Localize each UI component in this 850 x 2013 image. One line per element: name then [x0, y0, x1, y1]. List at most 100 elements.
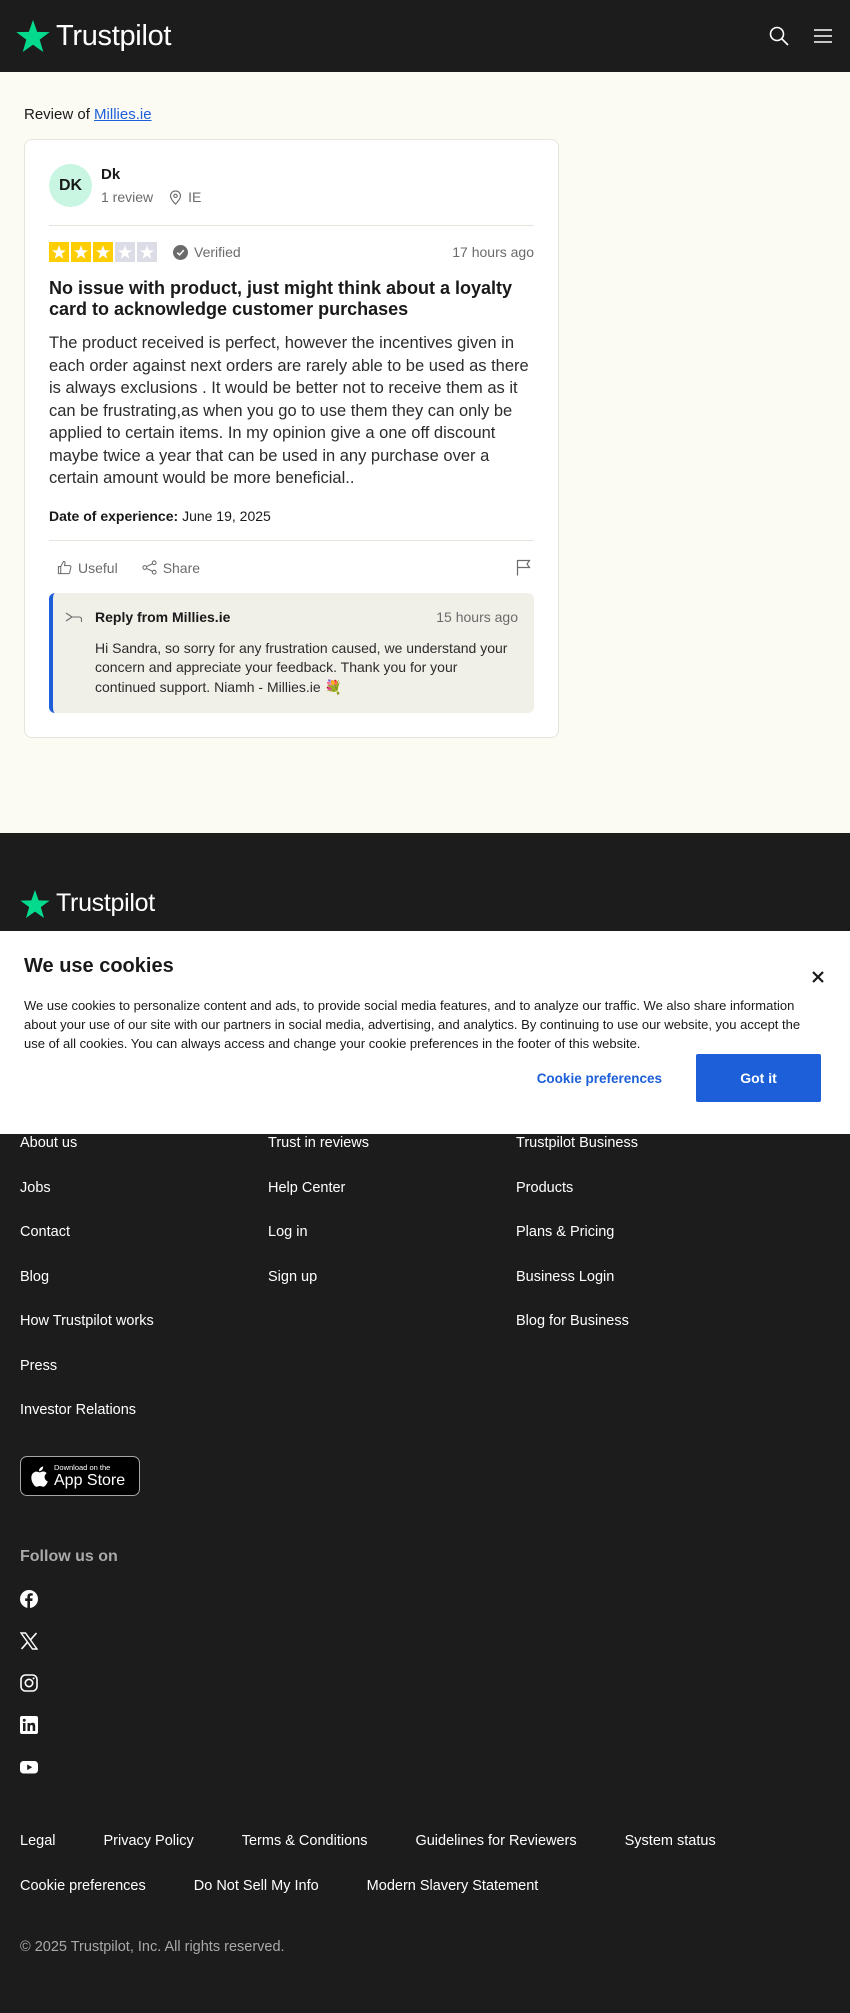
useful-button[interactable]: Useful [57, 560, 118, 576]
star-icon [71, 242, 91, 262]
business-link[interactable]: Millies.ie [94, 106, 152, 123]
footer-link[interactable]: Blog [20, 1269, 268, 1314]
star-icon [137, 242, 157, 262]
legal-link[interactable]: Cookie preferences [20, 1878, 146, 1894]
footer-link-column: Trustpilot Business Products Plans & Prici… [516, 1135, 764, 1447]
review-of-line: Review of Millies.ie [24, 104, 826, 123]
verified-badge[interactable]: Verified [173, 244, 241, 260]
footer-link[interactable]: About us [20, 1135, 268, 1180]
close-icon[interactable] [810, 969, 826, 985]
search-icon[interactable] [768, 25, 790, 47]
youtube-icon[interactable] [20, 1758, 38, 1776]
footer-links: About us Jobs Contact Blog How Trustpilot wo… [20, 1135, 830, 1447]
logo-text: Trustpilot [56, 19, 172, 52]
reply-arrow-icon [65, 612, 83, 622]
review-time: 17 hours ago [452, 244, 534, 260]
apple-icon [31, 1466, 48, 1487]
instagram-icon[interactable] [20, 1674, 38, 1692]
cookie-title: We use cookies [24, 955, 174, 977]
date-of-experience: Date of experience: June 19, 2025 [49, 508, 534, 524]
location-pin-icon [170, 189, 182, 205]
footer-link-column: About us Jobs Contact Blog How Trustpilot wo… [20, 1135, 268, 1447]
hamburger-menu-icon[interactable] [812, 25, 834, 47]
legal-link[interactable]: Modern Slavery Statement [367, 1878, 539, 1894]
legal-link[interactable]: Guidelines for Reviewers [415, 1833, 576, 1849]
app-store-small-text: Download on the [54, 1462, 111, 1472]
star-rating [49, 242, 157, 262]
footer-link-column: Trust in reviews Help Center Log in Sign up [268, 1135, 516, 1447]
footer-link[interactable]: Help Center [268, 1180, 516, 1225]
trustpilot-logo[interactable]: Trustpilot [16, 20, 171, 53]
trustpilot-star-icon [20, 889, 50, 918]
app-store-badge[interactable]: Download on the App Store [20, 1456, 140, 1496]
star-icon [115, 242, 135, 262]
footer-link[interactable]: Blog for Business [516, 1313, 764, 1358]
reviewer-name[interactable]: Dk [101, 166, 201, 183]
footer-link[interactable]: Trust in reviews [268, 1135, 516, 1180]
reply-body: Hi Sandra, so sorry for any frustration … [95, 639, 508, 695]
cookie-preferences-button[interactable]: Cookie preferences [537, 1071, 662, 1086]
rating-row: Verified 17 hours ago [49, 242, 534, 262]
location: IE [169, 189, 201, 205]
legal-link[interactable]: Privacy Policy [103, 1833, 193, 1849]
review-of-prefix: Review of [24, 106, 95, 123]
trustpilot-star-icon [16, 20, 50, 52]
review-title[interactable]: No issue with product, just might think … [49, 278, 534, 320]
cookie-buttons: Cookie preferences Got it [537, 1054, 821, 1102]
footer-logo[interactable]: Trustpilot [20, 889, 155, 918]
legal-links-row-1: Legal Privacy Policy Terms & Conditions Gui… [20, 1833, 716, 1849]
date-label: Date of experience: [49, 507, 179, 524]
reply-time: 15 hours ago [436, 608, 518, 625]
reviewer-info: DK Dk 1 review IE [49, 164, 534, 226]
avatar[interactable]: DK [49, 164, 92, 207]
review-count: 1 review [101, 189, 154, 205]
business-reply: Reply from Millies.ie 15 hours ago Hi Sa… [49, 592, 534, 713]
share-label: Share [162, 559, 201, 576]
cookie-banner: We use cookies We use cookies to persona… [0, 931, 850, 1134]
legal-link[interactable]: Do Not Sell My Info [194, 1878, 319, 1894]
share-icon [142, 560, 157, 575]
site-header: Trustpilot [0, 0, 850, 72]
footer-link[interactable]: Contact [20, 1224, 268, 1269]
footer-link[interactable]: Trustpilot Business [516, 1135, 764, 1180]
footer-link[interactable]: Business Login [516, 1269, 764, 1314]
flag-icon[interactable] [512, 557, 534, 579]
legal-links-row-2: Cookie preferences Do Not Sell My Info Mod… [20, 1878, 538, 1894]
social-links [19, 1590, 39, 1776]
review-actions: Useful Share [49, 539, 534, 579]
footer-link[interactable]: Plans & Pricing [516, 1224, 764, 1269]
reviewer-meta: 1 review IE [101, 189, 201, 205]
date-value: June 19, 2025 [182, 507, 271, 524]
review-card: DK Dk 1 review IE Verified 17 hours ago … [24, 139, 559, 738]
country-code: IE [188, 189, 202, 205]
thumbs-up-icon [57, 560, 72, 575]
footer-link[interactable]: Products [516, 1180, 764, 1225]
cookie-text: We use cookies to personalize content an… [24, 998, 801, 1051]
facebook-icon[interactable] [20, 1590, 38, 1608]
footer-logo-text: Trustpilot [56, 889, 155, 917]
copyright: © 2025 Trustpilot, Inc. All rights reser… [20, 1939, 285, 1955]
footer-link[interactable]: Press [20, 1358, 268, 1403]
legal-link[interactable]: Terms & Conditions [242, 1833, 368, 1849]
footer-link[interactable]: How Trustpilot works [20, 1313, 268, 1358]
legal-link[interactable]: Legal [20, 1833, 55, 1849]
footer-link[interactable]: Log in [268, 1224, 516, 1269]
main-content: Review of Millies.ie DK Dk 1 review IE V… [0, 72, 850, 833]
verified-check-icon [173, 244, 188, 260]
footer-link[interactable]: Jobs [20, 1180, 268, 1225]
got-it-button[interactable]: Got it [696, 1054, 821, 1102]
star-icon [49, 242, 69, 262]
reply-from: Reply from Millies.ie [95, 608, 231, 625]
footer-link[interactable]: Investor Relations [20, 1402, 268, 1447]
footer-link[interactable]: Sign up [268, 1269, 516, 1314]
review-body: The product received is perfect, however… [49, 334, 529, 487]
verified-label: Verified [194, 244, 241, 260]
share-button[interactable]: Share [142, 560, 200, 576]
linkedin-icon[interactable] [20, 1716, 38, 1734]
follow-us-label: Follow us on [20, 1548, 118, 1565]
legal-link[interactable]: System status [625, 1833, 716, 1849]
app-store-big-text: App Store [54, 1471, 126, 1489]
star-icon [93, 242, 113, 262]
x-icon[interactable] [19, 1632, 39, 1650]
header-actions [768, 25, 834, 47]
